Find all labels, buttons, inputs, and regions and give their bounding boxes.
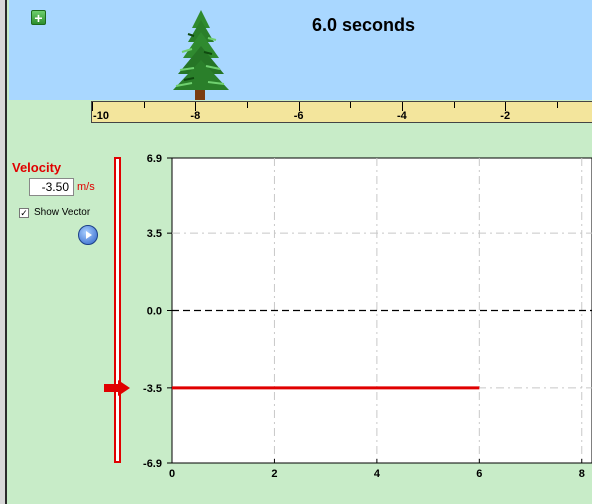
x-tick-label: 0 — [169, 468, 175, 480]
velocity-time-chart: 0 2 4 6 8 6.9 3.5 0.0 -3.5 -6.9 — [143, 153, 592, 480]
y-tick-label: -6.9 — [143, 458, 162, 470]
x-tick-label: 6 — [476, 468, 482, 480]
x-tick-label: 2 — [271, 468, 277, 480]
y-tick-label: 0.0 — [147, 306, 162, 318]
x-tick-label: 8 — [579, 468, 585, 480]
y-tick-label: -3.5 — [143, 383, 162, 395]
x-tick-label: 4 — [374, 468, 381, 480]
y-tick-label: 6.9 — [147, 153, 162, 165]
y-tick-label: 3.5 — [147, 228, 162, 240]
